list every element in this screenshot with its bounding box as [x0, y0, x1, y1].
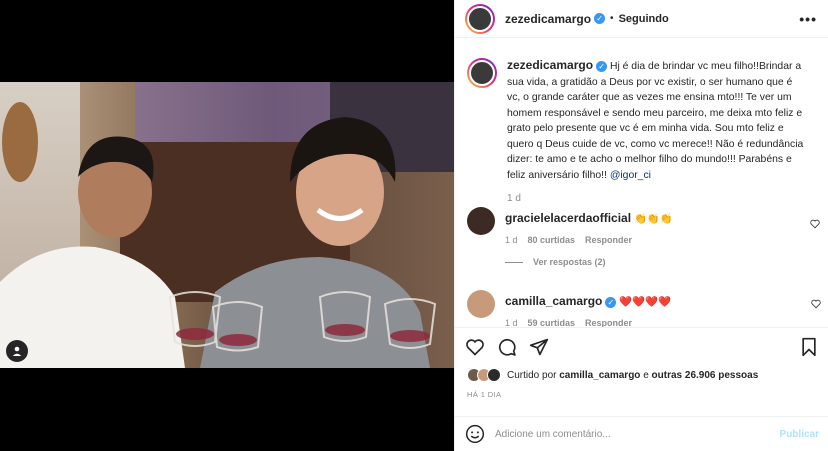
comment-age: 1 d — [505, 318, 518, 327]
save-bookmark-icon[interactable] — [799, 337, 819, 357]
comment-text: 👏👏👏 — [633, 214, 673, 225]
comment-clip: camilla_camargo ✓ ❤️❤️❤️❤️ 1 d 59 curtida… — [455, 286, 828, 327]
post-header: zezedicamargo ✓ • Seguindo ••• — [455, 0, 828, 38]
share-paper-plane-icon[interactable] — [529, 337, 549, 357]
comment-text: ❤️❤️❤️❤️ — [619, 297, 672, 308]
emoji-icon[interactable] — [465, 424, 485, 444]
like-comment-icon[interactable] — [811, 299, 821, 309]
reply-button[interactable]: Responder — [585, 318, 632, 327]
post-sidebar: zezedicamargo ✓ • Seguindo ••• zezedicam… — [454, 0, 828, 451]
more-horizontal-icon[interactable]: ••• — [799, 11, 817, 27]
liker-avatars[interactable] — [467, 368, 501, 382]
likes-middle: e — [643, 369, 649, 381]
post-age: HÁ 1 DIA — [467, 390, 502, 399]
author-avatar[interactable] — [465, 3, 495, 34]
post-caption: zezedicamargo ✓ Hj é dia de brindar vc me… — [467, 58, 817, 207]
comment-likes[interactable]: 59 curtidas — [528, 318, 576, 327]
comment-likes[interactable]: 80 curtidas — [528, 235, 576, 245]
view-replies-button[interactable]: Ver respostas (2) — [505, 257, 673, 267]
comment-composer: Publicar — [455, 416, 828, 451]
following-button[interactable]: Seguindo — [619, 13, 669, 25]
comment-username[interactable]: gracielelacerdaofficial — [505, 211, 631, 225]
instagram-post: zezedicamargo ✓ • Seguindo ••• zezedicam… — [0, 0, 828, 451]
author-username[interactable]: zezedicamargo — [505, 12, 591, 26]
header-separator: • — [610, 13, 614, 24]
view-replies-label: Ver respostas (2) — [533, 257, 606, 267]
post-photo — [0, 82, 454, 368]
likes-prefix: Curtido por — [507, 369, 557, 381]
post-media[interactable] — [0, 0, 454, 451]
like-comment-icon[interactable] — [810, 219, 820, 229]
like-heart-icon[interactable] — [465, 337, 485, 357]
caption-mention[interactable]: @igor_ci — [610, 170, 651, 181]
commenter-avatar[interactable] — [467, 290, 495, 318]
verified-badge-icon: ✓ — [596, 60, 608, 72]
commenter-avatar[interactable] — [467, 207, 495, 235]
comment-item: gracielelacerdaofficial 👏👏👏 1 d 80 curti… — [467, 207, 673, 267]
publish-button[interactable]: Publicar — [780, 429, 819, 440]
reply-button[interactable]: Responder — [585, 235, 632, 245]
verified-badge-icon: ✓ — [605, 296, 617, 308]
action-bar — [455, 327, 828, 365]
caption-username[interactable]: zezedicamargo — [507, 58, 593, 72]
caption-avatar[interactable] — [467, 58, 497, 88]
user-tag-icon[interactable] — [6, 340, 28, 362]
caption-text: Hj é dia de brindar vc meu filho!!Brinda… — [507, 61, 804, 181]
verified-badge-icon: ✓ — [594, 13, 606, 24]
comment-item: camilla_camargo ✓ ❤️❤️❤️❤️ 1 d 59 curtida… — [467, 290, 671, 327]
likes-user[interactable]: camilla_camargo — [559, 370, 640, 381]
comment-bubble-icon[interactable] — [497, 337, 517, 357]
comment-age: 1 d — [505, 235, 518, 245]
comment-username[interactable]: camilla_camargo — [505, 294, 602, 308]
likes-summary: Curtido por camilla_camargo e outras 26.… — [467, 368, 758, 382]
comment-input[interactable] — [495, 428, 755, 440]
likes-others[interactable]: outras 26.906 pessoas — [652, 370, 759, 381]
caption-age: 1 d — [507, 193, 521, 204]
